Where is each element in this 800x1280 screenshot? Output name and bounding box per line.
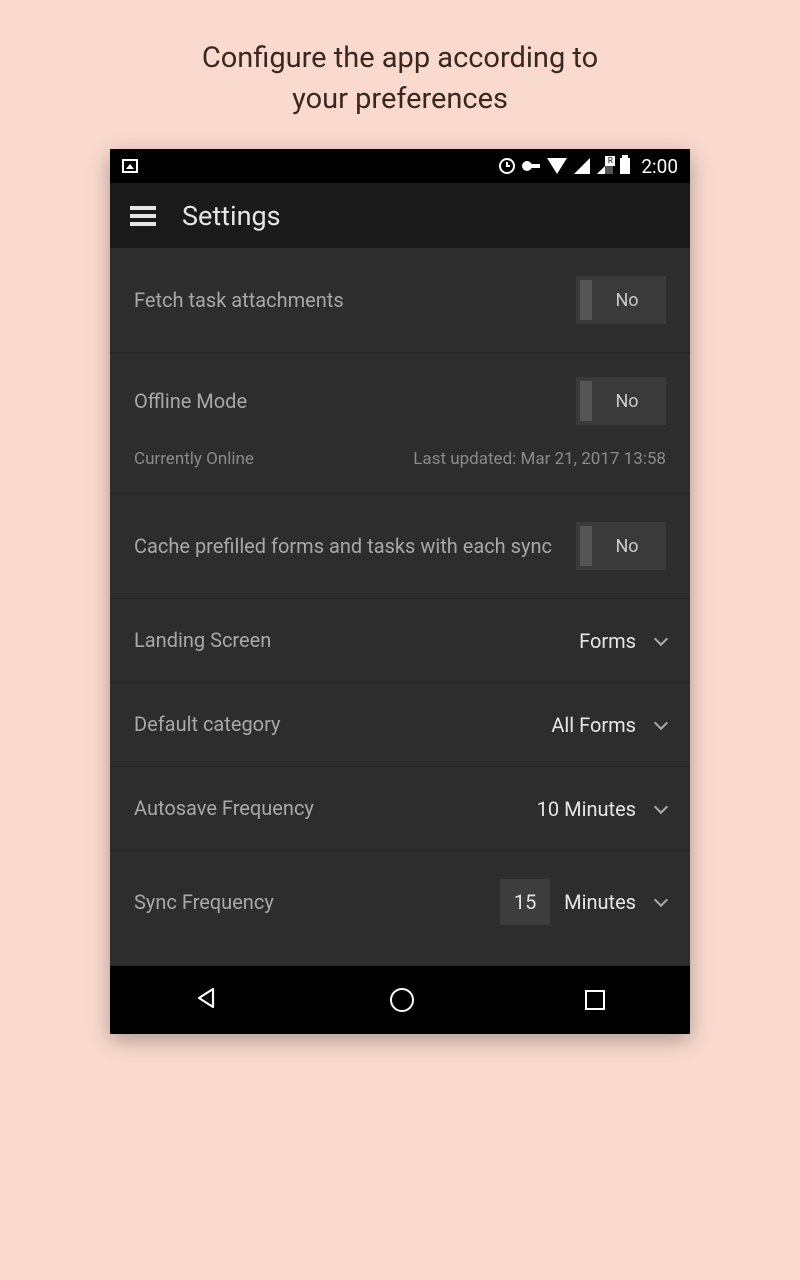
- setting-label: Landing Screen: [134, 627, 563, 654]
- nav-back-button[interactable]: [195, 986, 219, 1014]
- selector-default-category[interactable]: All Forms: [551, 713, 666, 737]
- phone-frame: R 2:00 Settings Fetch task attachments N…: [110, 149, 690, 1034]
- toggle-value: No: [592, 536, 662, 557]
- chevron-down-icon: [654, 632, 668, 646]
- signal-roaming-icon: R: [597, 158, 613, 174]
- setting-offline-mode[interactable]: Offline Mode No Currently Online Last up…: [110, 353, 690, 494]
- selector-landing-screen[interactable]: Forms: [579, 629, 666, 653]
- setting-landing-screen[interactable]: Landing Screen Forms: [110, 599, 690, 683]
- offline-last-updated: Last updated: Mar 21, 2017 13:58: [413, 449, 666, 469]
- promo-caption: Configure the app according to your pref…: [0, 0, 800, 149]
- selector-sync[interactable]: 15 Minutes: [500, 879, 666, 925]
- android-nav-bar: [110, 966, 690, 1034]
- setting-label: Default category: [134, 711, 535, 738]
- hamburger-menu-icon[interactable]: [130, 206, 156, 226]
- chevron-down-icon: [654, 893, 668, 907]
- setting-label: Fetch task attachments: [134, 287, 560, 314]
- toggle-handle: [580, 280, 592, 320]
- toggle-handle: [580, 526, 592, 566]
- signal-icon: [574, 158, 590, 174]
- selector-value: All Forms: [551, 713, 636, 737]
- setting-label: Offline Mode: [134, 388, 560, 415]
- toggle-offline-mode[interactable]: No: [576, 377, 666, 425]
- settings-list: Fetch task attachments No Offline Mode N…: [110, 248, 690, 966]
- selector-autosave[interactable]: 10 Minutes: [537, 797, 666, 821]
- status-time: 2:00: [641, 155, 678, 178]
- vpn-key-icon: [522, 161, 540, 171]
- toggle-cache-prefilled[interactable]: No: [576, 522, 666, 570]
- setting-fetch-attachments[interactable]: Fetch task attachments No: [110, 248, 690, 353]
- nav-home-button[interactable]: [390, 988, 414, 1012]
- app-bar: Settings: [110, 183, 690, 248]
- setting-autosave-frequency[interactable]: Autosave Frequency 10 Minutes: [110, 767, 690, 851]
- toggle-value: No: [592, 391, 662, 412]
- nav-recent-button[interactable]: [585, 990, 605, 1010]
- setting-default-category[interactable]: Default category All Forms: [110, 683, 690, 767]
- promo-line1: Configure the app according to: [202, 41, 598, 75]
- image-icon: [122, 159, 138, 173]
- selector-value: Forms: [579, 629, 636, 653]
- selector-value: 10 Minutes: [537, 797, 636, 821]
- chevron-down-icon: [654, 716, 668, 730]
- sync-unit: Minutes: [564, 890, 636, 914]
- setting-label: Cache prefilled forms and tasks with eac…: [134, 533, 560, 560]
- alarm-icon: [499, 158, 515, 174]
- setting-label: Sync Frequency: [134, 889, 484, 916]
- page-title: Settings: [182, 200, 281, 232]
- offline-status: Currently Online: [134, 449, 254, 469]
- toggle-handle: [580, 381, 592, 421]
- setting-label: Autosave Frequency: [134, 795, 521, 822]
- status-bar: R 2:00: [110, 149, 690, 183]
- wifi-icon: [547, 158, 567, 174]
- promo-line2: your preferences: [292, 82, 508, 116]
- chevron-down-icon: [654, 800, 668, 814]
- sync-number-input[interactable]: 15: [500, 879, 550, 925]
- toggle-fetch-attachments[interactable]: No: [576, 276, 666, 324]
- setting-cache-prefilled[interactable]: Cache prefilled forms and tasks with eac…: [110, 494, 690, 599]
- toggle-value: No: [592, 290, 662, 311]
- battery-icon: [620, 158, 630, 174]
- setting-sync-frequency[interactable]: Sync Frequency 15 Minutes: [110, 851, 690, 966]
